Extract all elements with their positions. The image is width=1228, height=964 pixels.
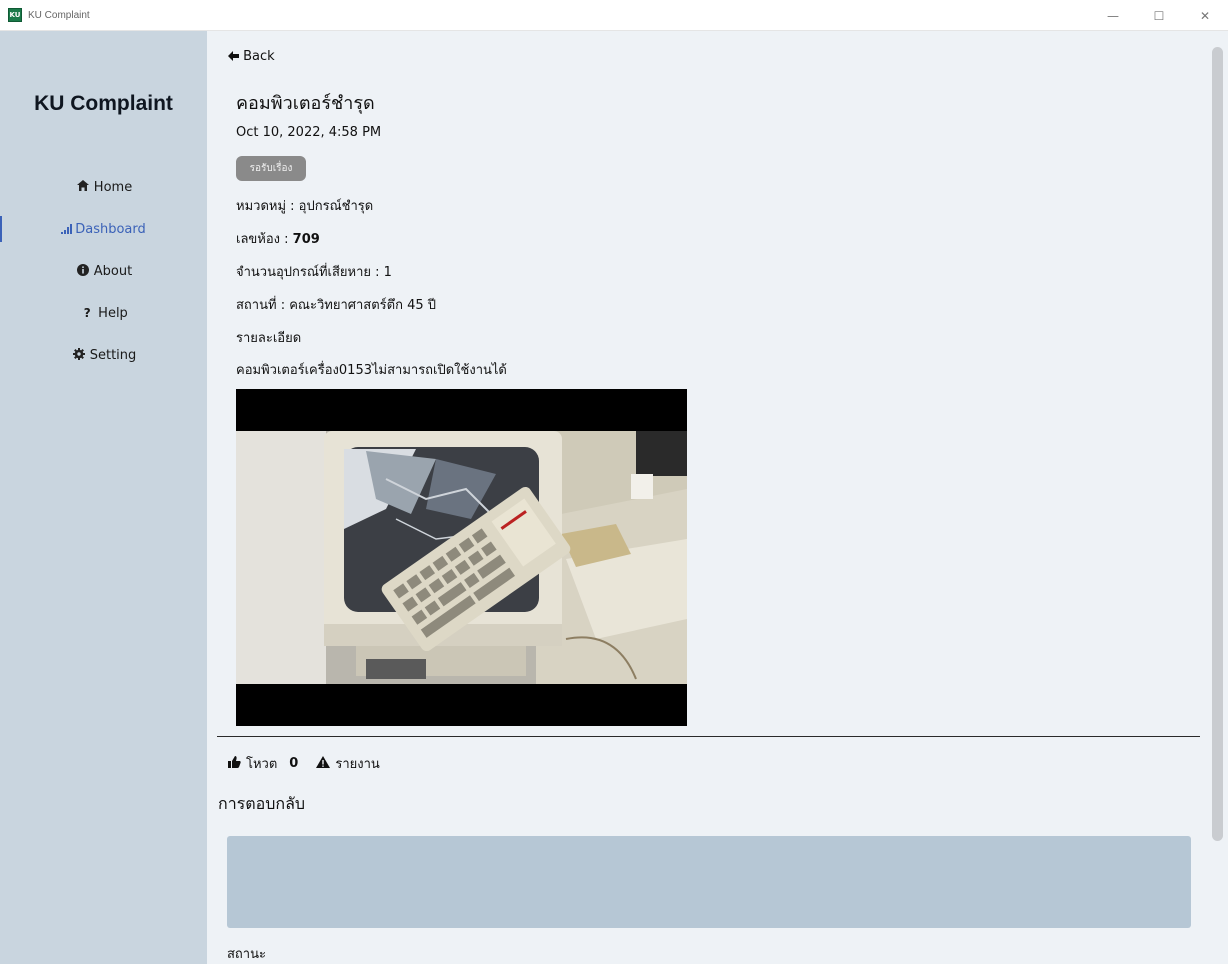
window-title: KU Complaint [28, 9, 90, 21]
thumbs-up-icon [228, 755, 241, 772]
complaint-date: Oct 10, 2022, 4:58 PM [236, 125, 382, 140]
room-value: 709 [292, 232, 320, 247]
info-icon [75, 263, 91, 279]
room-label: เลขห้อง : [236, 232, 293, 247]
sidebar-item-help[interactable]: ? Help [0, 292, 207, 334]
content-divider [217, 736, 1200, 737]
status-label: สถานะ [227, 947, 266, 962]
category-value: อุปกรณ์ชำรุด [298, 199, 374, 214]
arrow-left-icon [228, 49, 243, 64]
back-label: Back [243, 49, 275, 64]
sidebar-item-dashboard[interactable]: Dashboard [0, 208, 207, 250]
category-field: หมวดหมู่ : อุปกรณ์ชำรุด [236, 195, 373, 216]
report-button[interactable]: รายงาน [316, 753, 380, 774]
page-title: คอมพิวเตอร์ชำรุด [236, 93, 375, 114]
warning-icon [316, 755, 331, 772]
complaint-photo [236, 389, 687, 726]
app-logo-icon: KU [8, 8, 22, 22]
status-badge: รอรับเรื่อง [236, 156, 306, 181]
report-label: รายงาน [335, 757, 380, 772]
damaged-label: จำนวนอุปกรณ์ที่เสียหาย : [236, 265, 384, 280]
sidebar-item-label: About [93, 263, 133, 279]
details-text: คอมพิวเตอร์เครื่อง0153ไม่สามารถเปิดใช้งา… [236, 363, 507, 378]
location-value: คณะวิทยาศาสตร์ตึก 45 ปี [289, 298, 437, 313]
sidebar-item-home[interactable]: Home [0, 166, 207, 208]
damaged-count-field: จำนวนอุปกรณ์ที่เสียหาย : 1 [236, 261, 392, 282]
location-field: สถานที่ : คณะวิทยาศาสตร์ตึก 45 ปี [236, 294, 436, 315]
sidebar-item-setting[interactable]: Setting [0, 334, 207, 376]
brand-title: KU Complaint [34, 92, 173, 115]
category-label: หมวดหมู่ : [236, 199, 299, 214]
details-heading: รายละเอียด [236, 331, 302, 346]
back-button[interactable]: Back [228, 49, 275, 64]
close-button[interactable]: ✕ [1182, 0, 1228, 31]
complaint-detail: Back คอมพิวเตอร์ชำรุด Oct 10, 2022, 4:58… [207, 31, 1210, 964]
vote-count: 0 [289, 756, 299, 771]
maximize-button[interactable]: ☐ [1136, 0, 1182, 31]
action-bar: โหวต 0 รายงาน [228, 753, 380, 774]
app-window: KU KU Complaint — ☐ ✕ KU Complaint Home … [0, 0, 1228, 964]
sidebar-item-label: Dashboard [75, 221, 146, 237]
reply-heading: การตอบกลับ [218, 794, 306, 813]
sidebar-item-label: Home [93, 179, 133, 195]
vote-label: โหวต [246, 757, 278, 772]
vote-button[interactable]: โหวต [228, 753, 277, 774]
home-icon [75, 180, 91, 194]
scrollbar-thumb[interactable] [1212, 47, 1223, 841]
vertical-scrollbar[interactable] [1210, 31, 1228, 964]
minimize-button[interactable]: — [1090, 0, 1136, 31]
sidebar-item-about[interactable]: About [0, 250, 207, 292]
sidebar-item-label: Setting [89, 347, 137, 363]
sidebar-item-label: Help [98, 305, 128, 321]
room-field: เลขห้อง : 709 [236, 228, 320, 249]
location-label: สถานที่ : [236, 298, 290, 313]
question-icon: ? [83, 306, 91, 320]
damaged-value: 1 [383, 265, 392, 280]
sidebar: KU Complaint Home Dashboard About ? Help… [0, 31, 207, 964]
window-controls: — ☐ ✕ [1090, 0, 1228, 31]
gear-icon [71, 347, 87, 363]
title-bar: KU KU Complaint — ☐ ✕ [0, 0, 1228, 31]
reply-box [227, 836, 1191, 928]
signal-bars-icon [61, 224, 73, 234]
sidebar-nav: Home Dashboard About ? Help Setting [0, 166, 207, 376]
